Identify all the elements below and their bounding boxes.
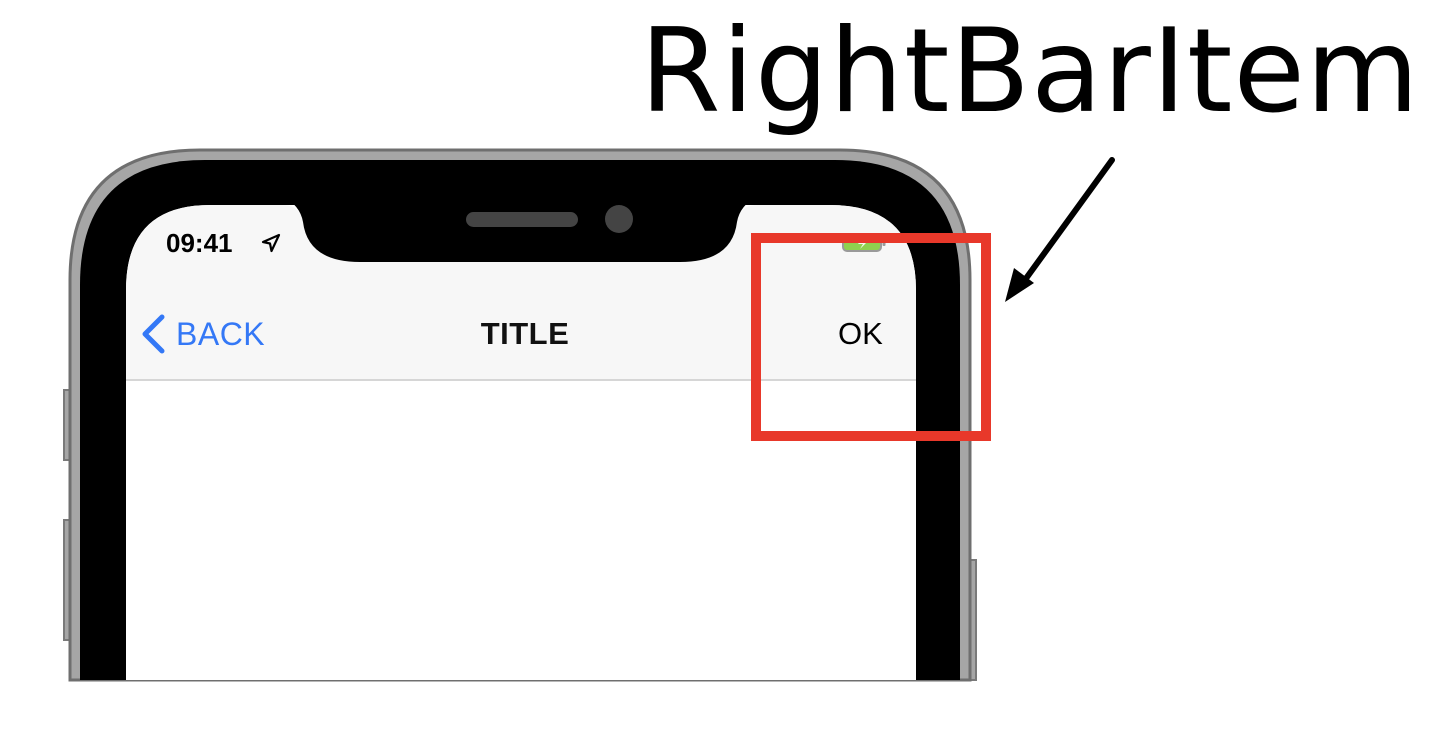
- arrow-icon: [1005, 157, 1115, 302]
- canvas: RightBarItem 09:41 BACK TITLE OK: [0, 0, 1448, 750]
- back-button-label: BACK: [176, 315, 266, 352]
- nav-title: TITLE: [480, 316, 570, 351]
- front-camera: [605, 205, 633, 233]
- chevron-left-icon: [142, 314, 165, 354]
- status-time: 09:41: [166, 228, 233, 258]
- highlight-box: [751, 233, 991, 441]
- notch: [282, 196, 758, 262]
- location-arrow-icon: [261, 233, 281, 253]
- back-button[interactable]: BACK: [140, 312, 265, 356]
- speaker-grill: [466, 212, 578, 227]
- callout-label: RightBarItem: [640, 4, 1420, 139]
